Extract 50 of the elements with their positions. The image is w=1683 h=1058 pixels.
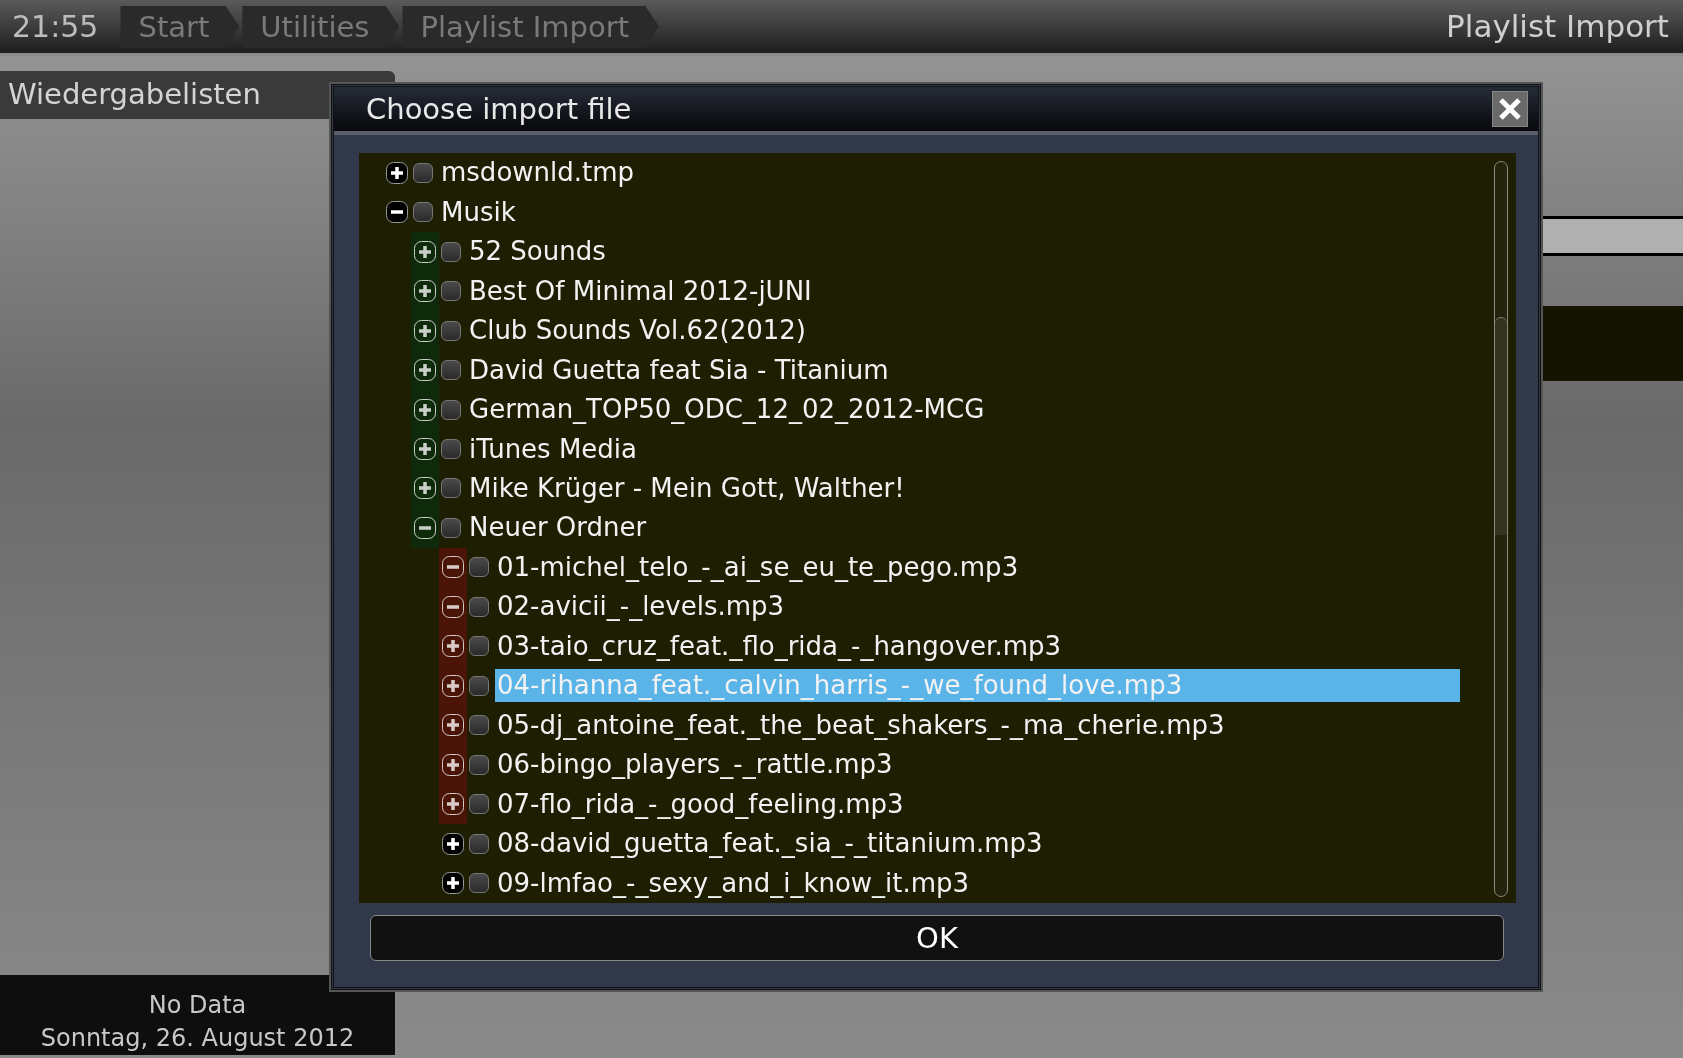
ok-button[interactable]: OK: [370, 915, 1504, 961]
page-title: Playlist Import: [1446, 7, 1670, 47]
tree-item[interactable]: 05-dj_antoine_feat._the_beat_shakers_-_ma_cherie.mp3: [495, 708, 1227, 742]
tree-item[interactable]: German_TOP50_ODC_12_02_2012-MCG: [467, 393, 987, 427]
tree-item[interactable]: 01-michel_telo_-_ai_se_eu_te_pego.mp3: [495, 550, 1021, 584]
checkbox[interactable]: [441, 281, 461, 302]
tree-item[interactable]: 07-flo_rida_-_good_feeling.mp3: [495, 787, 906, 821]
checkbox[interactable]: [441, 517, 461, 538]
clock-time: 21:55: [11, 8, 100, 46]
expand-button[interactable]: [411, 231, 439, 272]
checkbox[interactable]: [469, 754, 489, 775]
tree-item[interactable]: Mike Krüger - Mein Gott, Walther!: [467, 472, 907, 505]
checkbox[interactable]: [413, 162, 433, 183]
checkbox[interactable]: [469, 675, 489, 696]
checkbox[interactable]: [469, 794, 489, 815]
scrollbar[interactable]: [1494, 161, 1508, 897]
checkbox[interactable]: [469, 873, 489, 894]
checkbox[interactable]: [469, 833, 489, 854]
checkbox[interactable]: [441, 320, 461, 341]
tree-item[interactable]: Musik: [439, 195, 518, 229]
status-text: No Data: [147, 990, 248, 1021]
close-button[interactable]: [1492, 91, 1528, 127]
checkbox[interactable]: [469, 636, 489, 657]
tree-item[interactable]: iTunes Media: [467, 432, 639, 466]
close-icon: [1497, 96, 1523, 122]
checkbox[interactable]: [441, 360, 461, 381]
checkbox[interactable]: [469, 557, 489, 578]
checkbox[interactable]: [469, 715, 489, 736]
checkbox[interactable]: [441, 399, 461, 420]
checkbox[interactable]: [441, 478, 461, 499]
scrollbar-thumb[interactable]: [1495, 317, 1507, 535]
expand-button[interactable]: [439, 784, 467, 824]
collapse-button[interactable]: [439, 547, 467, 588]
checkbox[interactable]: [469, 596, 489, 617]
tree-item[interactable]: 52 Sounds: [467, 235, 608, 269]
checkbox[interactable]: [441, 439, 461, 459]
tree-item[interactable]: Best Of Minimal 2012-jUNI: [467, 274, 814, 308]
tree-item[interactable]: 08-david_guetta_feat._sia_-_titanium.mp3: [495, 827, 1045, 861]
status-text: Sonntag, 26. August 2012: [39, 1023, 356, 1054]
tree-item[interactable]: Club Sounds Vol.62(2012): [467, 314, 808, 348]
tree-item[interactable]: 02-avicii_-_levels.mp3: [495, 590, 787, 624]
collapse-button[interactable]: [411, 508, 439, 548]
tree-item[interactable]: msdownld.tmp: [439, 156, 637, 190]
tree-item[interactable]: 03-taio_cruz_feat._flo_rida_-_hangover.mp3: [495, 629, 1063, 663]
checkbox[interactable]: [413, 202, 433, 223]
tree-item[interactable]: David Guetta feat Sia - Titanium: [467, 353, 891, 387]
checkbox[interactable]: [441, 241, 461, 262]
tree-item[interactable]: 09-lmfao_-_sexy_and_i_know_it.mp3: [495, 866, 972, 900]
tree-item[interactable]: 06-bingo_players_-_rattle.mp3: [495, 748, 895, 782]
tree-item[interactable]: Neuer Ordner: [467, 511, 649, 545]
